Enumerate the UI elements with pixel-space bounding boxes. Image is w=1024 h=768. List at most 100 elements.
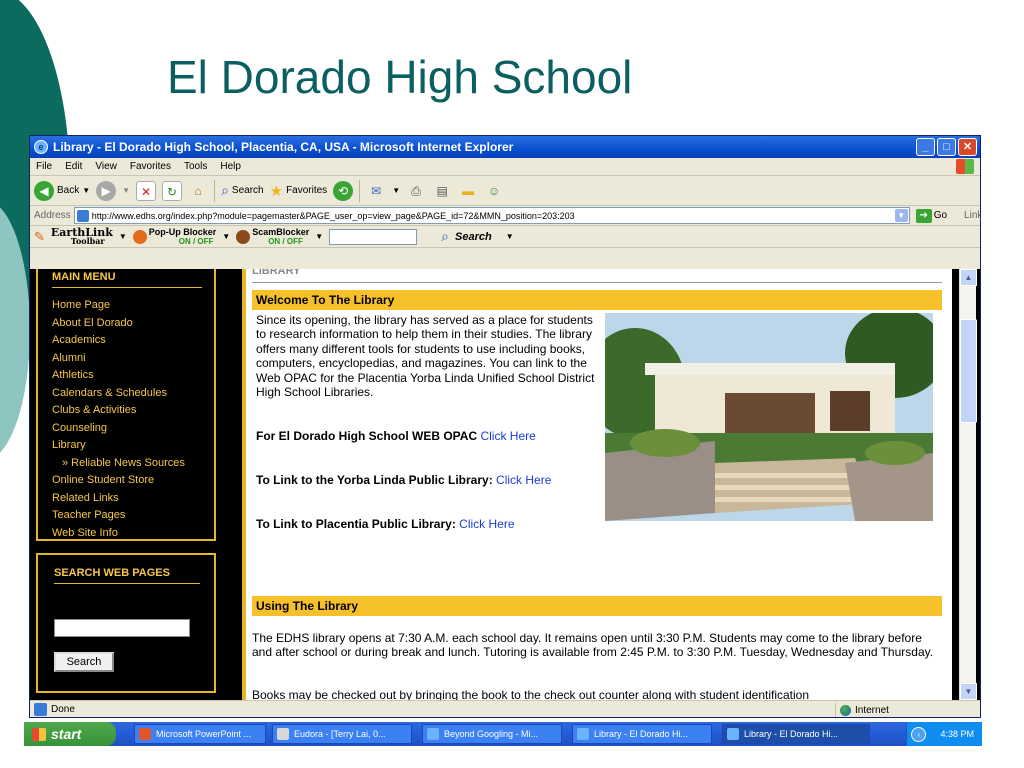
- menu-file[interactable]: File: [36, 161, 52, 172]
- forward-button[interactable]: ▶: [96, 180, 117, 201]
- refresh-button[interactable]: ↻: [162, 180, 183, 201]
- links-button[interactable]: Links: [964, 210, 980, 221]
- tray-expand-icon[interactable]: ‹: [911, 726, 927, 742]
- scam-blocker-icon: [236, 229, 251, 244]
- sidebar-item-related-links[interactable]: Related Links: [52, 490, 214, 508]
- yorba-link-line: To Link to the Yorba Linda Public Librar…: [256, 473, 596, 488]
- address-input[interactable]: http://www.edhs.org/index.php?module=pag…: [73, 207, 910, 224]
- sidebar-item-counseling[interactable]: Counseling: [52, 420, 214, 438]
- library-building-image: [605, 313, 933, 521]
- sidebar-item-athletics[interactable]: Athletics: [52, 367, 214, 385]
- minimize-button[interactable]: _: [916, 138, 935, 156]
- site-search-input[interactable]: [54, 619, 190, 637]
- home-button[interactable]: ⌂: [188, 181, 208, 201]
- search-panel-title: SEARCH WEB PAGES: [54, 567, 170, 579]
- earthlink-brand[interactable]: EarthLink Toolbar: [51, 227, 113, 246]
- page-content: MAIN MENU Home Page About El Dorado Academ…: [30, 269, 980, 700]
- back-label: Back: [57, 185, 80, 196]
- security-zone: Internet: [835, 703, 889, 717]
- opac-link[interactable]: Click Here: [480, 429, 535, 443]
- sidebar-item-web-site-info[interactable]: Web Site Info: [52, 525, 214, 543]
- scam-blocker-status: ON / OFF: [268, 236, 303, 246]
- forward-dropdown-icon[interactable]: ▼: [122, 186, 130, 195]
- address-dropdown-icon[interactable]: ▼: [894, 209, 908, 222]
- search-icon: ⌕: [221, 182, 229, 198]
- menu-view[interactable]: View: [95, 161, 117, 172]
- vertical-scrollbar[interactable]: ▲ ▼: [959, 269, 977, 700]
- print-button[interactable]: ⎙: [406, 181, 426, 201]
- yorba-link[interactable]: Click Here: [496, 473, 551, 487]
- messenger-button[interactable]: ☺: [484, 181, 504, 201]
- scam-dropdown-icon[interactable]: ▼: [315, 232, 323, 241]
- breadcrumb: LIBRARY: [252, 269, 301, 277]
- main-menu-title: MAIN MENU: [52, 271, 116, 283]
- task-label: Beyond Googling - Mi...: [444, 729, 539, 739]
- search-divider: [54, 583, 200, 584]
- popup-blocker-button[interactable]: Pop-Up Blocker ON / OFF: [132, 227, 216, 246]
- earthlink-logo-icon: ✎: [34, 228, 45, 244]
- mail-button[interactable]: ✉: [366, 181, 386, 201]
- menu-edit[interactable]: Edit: [65, 161, 82, 172]
- sidebar-item-alumni[interactable]: Alumni: [52, 350, 214, 368]
- start-button[interactable]: start: [24, 722, 116, 746]
- sidebar-item-library[interactable]: Library: [52, 437, 214, 455]
- mail-dropdown-icon[interactable]: ▼: [392, 186, 400, 195]
- task-library-1[interactable]: Library - El Dorado Hi...: [572, 724, 712, 744]
- close-button[interactable]: ✕: [958, 138, 977, 156]
- task-library-2[interactable]: Library - El Dorado Hi...: [722, 724, 870, 744]
- go-button[interactable]: ➔ Go: [915, 208, 948, 223]
- back-button[interactable]: ◀ Back ▼: [34, 180, 90, 201]
- globe-icon: [840, 704, 851, 716]
- placentia-link-label: To Link to Placentia Public Library:: [256, 517, 456, 531]
- task-label: Microsoft PowerPoint ...: [156, 729, 252, 739]
- edit-button[interactable]: ▤: [432, 181, 452, 201]
- scroll-down-icon[interactable]: ▼: [960, 683, 977, 700]
- back-arrow-icon: ◀: [34, 180, 54, 201]
- task-label: Library - El Dorado Hi...: [744, 729, 839, 739]
- search-button[interactable]: ⌕ Search: [221, 182, 264, 199]
- ie-task-icon: [727, 728, 739, 740]
- sidebar-item-reliable-news-sources[interactable]: » Reliable News Sources: [52, 455, 214, 473]
- sidebar-item-about-el-dorado[interactable]: About El Dorado: [52, 315, 214, 333]
- go-label: Go: [933, 210, 948, 221]
- folder-button[interactable]: ▬: [458, 181, 478, 201]
- earthlink-search-icon: ⌕: [441, 228, 449, 244]
- earthlink-dropdown-icon[interactable]: ▼: [119, 232, 127, 241]
- task-eudora[interactable]: Eudora - [Terry Lai, 0...: [272, 724, 412, 744]
- stop-button[interactable]: ✕: [136, 180, 157, 201]
- earthlink-search-dropdown-icon[interactable]: ▼: [506, 232, 514, 241]
- site-search-button[interactable]: Search: [54, 652, 114, 672]
- sidebar-item-online-student-store[interactable]: Online Student Store: [52, 472, 214, 490]
- menu-help[interactable]: Help: [220, 161, 241, 172]
- placentia-link[interactable]: Click Here: [459, 517, 514, 531]
- window-titlebar[interactable]: e Library - El Dorado High School, Place…: [30, 136, 980, 158]
- popup-blocker-icon: [132, 229, 147, 244]
- popup-dropdown-icon[interactable]: ▼: [222, 232, 230, 241]
- scroll-thumb[interactable]: [960, 319, 977, 423]
- maximize-button[interactable]: □: [937, 138, 956, 156]
- task-powerpoint[interactable]: Microsoft PowerPoint ...: [134, 724, 266, 744]
- back-dropdown-icon[interactable]: ▼: [82, 186, 90, 195]
- sidebar-item-teacher-pages[interactable]: Teacher Pages: [52, 507, 214, 525]
- popup-blocker-status: ON / OFF: [178, 236, 214, 246]
- sidebar-item-home-page[interactable]: Home Page: [52, 297, 214, 315]
- history-button[interactable]: ⟲: [333, 180, 354, 201]
- status-text: Done: [51, 704, 75, 715]
- earthlink-search-input[interactable]: [329, 228, 418, 245]
- breadcrumb-divider: [252, 282, 942, 283]
- scam-blocker-button[interactable]: ScamBlocker ON / OFF: [236, 227, 309, 246]
- favorites-button[interactable]: ★ Favorites: [270, 182, 328, 200]
- go-arrow-icon: ➔: [915, 208, 932, 223]
- menu-favorites[interactable]: Favorites: [130, 161, 171, 172]
- sidebar-item-calendars-schedules[interactable]: Calendars & Schedules: [52, 385, 214, 403]
- menu-tools[interactable]: Tools: [184, 161, 207, 172]
- windows-logo-icon: [956, 159, 974, 174]
- sidebar-item-academics[interactable]: Academics: [52, 332, 214, 350]
- welcome-heading: Welcome To The Library: [252, 290, 942, 310]
- sidebar-item-clubs-activities[interactable]: Clubs & Activities: [52, 402, 214, 420]
- browser-window: e Library - El Dorado High School, Place…: [29, 135, 981, 718]
- scroll-up-icon[interactable]: ▲: [960, 269, 977, 286]
- task-beyond-googling[interactable]: Beyond Googling - Mi...: [422, 724, 562, 744]
- standard-toolbar: ◀ Back ▼ ▶ ▼ ✕ ↻ ⌂ ⌕ Search ★ Favorites …: [30, 176, 980, 206]
- earthlink-search-button[interactable]: Search: [455, 231, 492, 243]
